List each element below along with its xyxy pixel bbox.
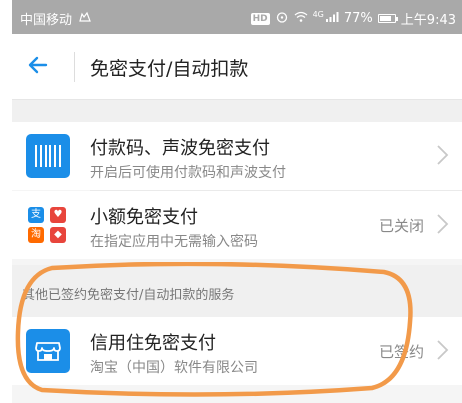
chat-mini-icon: ◆ (50, 227, 66, 243)
red-mini-icon: ♥ (50, 207, 66, 223)
status-left: 中国移动 (20, 9, 92, 28)
group-header-label: 其他已签约免密支付/自动扣款的服务 (22, 288, 235, 303)
page-title: 免密支付/自动扣款 (90, 58, 249, 80)
battery-icon (377, 14, 398, 23)
row-credit-stay-pay[interactable]: 信用住免密支付 淘宝（中国）软件有限公司 已签约 (12, 317, 462, 385)
back-button[interactable] (26, 52, 56, 82)
row-status: 已关闭 (378, 217, 424, 235)
section-gap (12, 100, 462, 122)
clock: 上午9:43 (400, 13, 456, 28)
wifi-icon (294, 11, 308, 27)
row-subtitle: 开启后可使用付款码和声波支付 (90, 165, 286, 181)
battery-fill (379, 16, 391, 21)
signal-icon (325, 11, 339, 27)
store-icon (26, 329, 70, 373)
back-arrow-icon (28, 56, 48, 74)
row-subtitle: 淘宝（中国）软件有限公司 (90, 360, 258, 376)
status-right: HD 4G 77% 上午9:43 (250, 9, 456, 28)
group-header: 其他已签约免密支付/自动扣款的服务 (12, 265, 462, 317)
cat-icon (78, 11, 92, 26)
nav-bar: 免密支付/自动扣款 (12, 34, 462, 100)
battery-percent: 77% (343, 11, 373, 26)
row-title: 付款码、声波免密支付 (90, 138, 270, 159)
hd-badge: HD (250, 12, 270, 25)
row-subtitle: 在指定应用中无需输入密码 (90, 234, 258, 250)
taobao-mini-icon: 淘 (28, 227, 44, 243)
nav-divider (74, 52, 75, 82)
alipay-mini-icon: 支 (28, 207, 44, 223)
chevron-right-icon (437, 214, 449, 234)
row-status: 已签约 (378, 343, 424, 361)
carrier-name: 中国移动 (20, 13, 73, 28)
barcode-icon (26, 134, 70, 178)
network-type: 4G (312, 9, 324, 19)
chevron-right-icon (437, 340, 449, 360)
row-title: 信用住免密支付 (90, 333, 216, 354)
row-barcode-sonic-pay[interactable]: 付款码、声波免密支付 开启后可使用付款码和声波支付 (12, 122, 462, 190)
row-title: 小额免密支付 (90, 207, 198, 228)
phone-screen: 中国移动 HD 4G 77% 上午9:43 免密支付/自动扣款 付款码、声波免密… (12, 0, 462, 403)
store-glyph (35, 342, 61, 361)
chevron-right-icon (437, 145, 449, 165)
barcode-bars (35, 145, 61, 167)
mini-apps-icon: 支 ♥ 淘 ◆ (26, 203, 70, 247)
alarm-icon (275, 11, 289, 27)
status-bar: 中国移动 HD 4G 77% 上午9:43 (12, 0, 462, 34)
row-small-amount-pay[interactable]: 支 ♥ 淘 ◆ 小额免密支付 在指定应用中无需输入密码 已关闭 (12, 191, 462, 259)
